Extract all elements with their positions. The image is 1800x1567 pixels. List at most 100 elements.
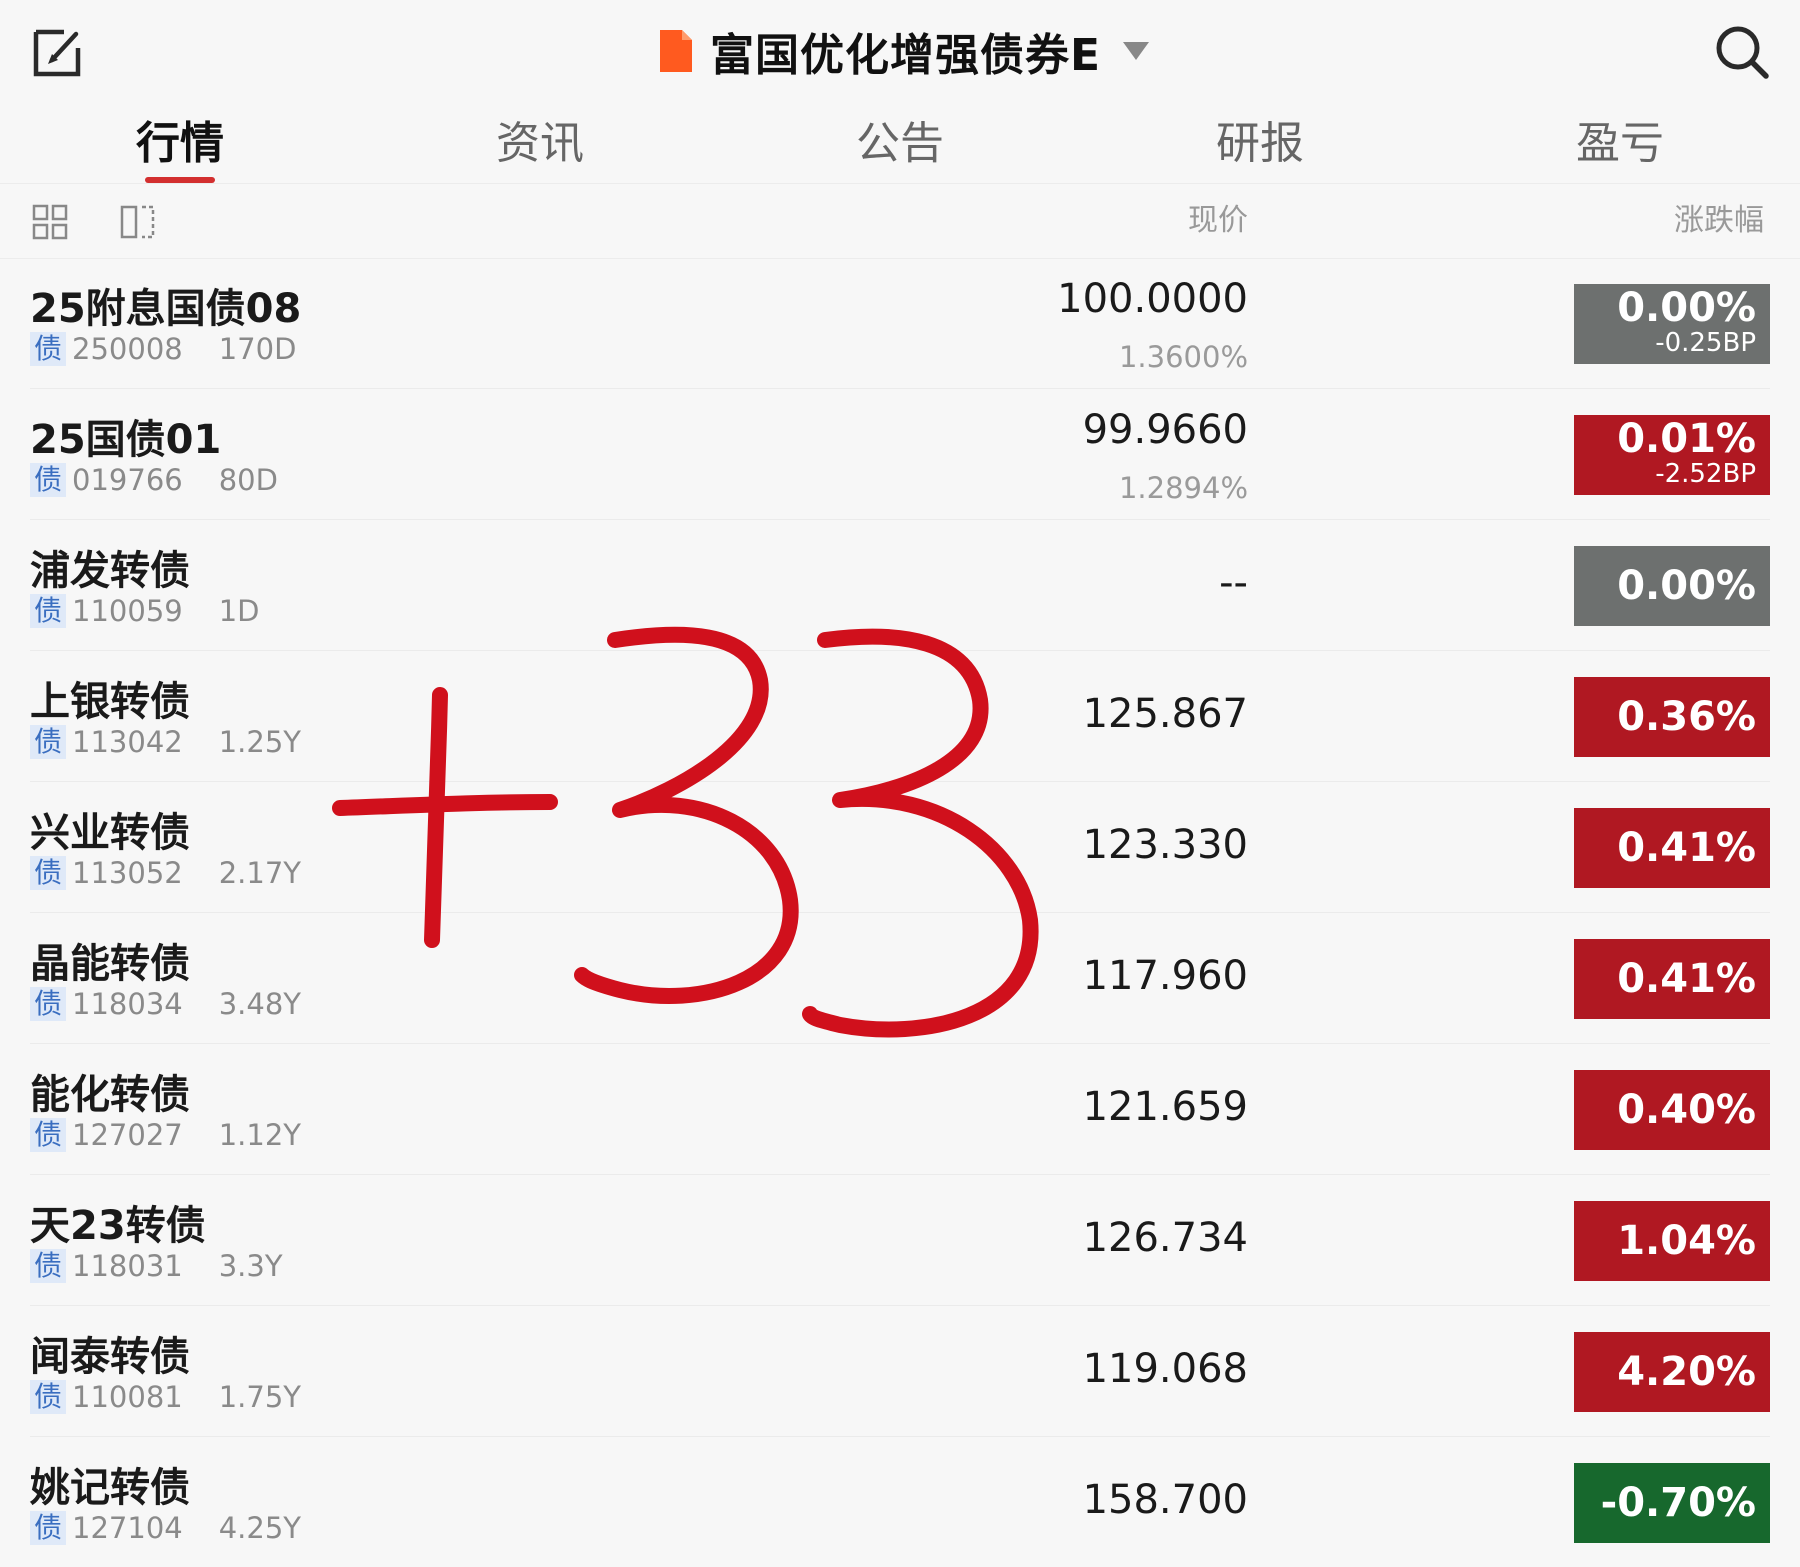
change-percent: 0.00%: [1617, 563, 1756, 609]
bond-code: 019766: [72, 463, 183, 497]
tab-label: 盈亏: [1576, 118, 1664, 169]
column-header: 现价 涨跌幅: [0, 184, 1800, 259]
bond-term: 80D: [218, 463, 278, 497]
grid-view-icon[interactable]: [32, 204, 68, 240]
tab-research[interactable]: 研报: [1080, 105, 1440, 183]
bond-tag: 债: [30, 463, 67, 497]
tab-market[interactable]: 行情: [0, 105, 360, 183]
fund-selector[interactable]: 富国优化增强债券E: [660, 16, 1150, 86]
list-item[interactable]: 25国债01 债 019766 80D 99.9660 1.2894% 0.01…: [30, 389, 1770, 520]
bond-meta: 债 250008 170D: [30, 332, 296, 366]
bond-term: 2.17Y: [218, 856, 302, 890]
current-price: 125.867: [1082, 691, 1248, 737]
bond-meta: 债 019766 80D: [30, 463, 278, 497]
tab-bar: 行情 资讯 公告 研报 盈亏: [0, 105, 1800, 184]
holdings-list: 25附息国债08 债 250008 170D 100.0000 1.3600% …: [0, 258, 1800, 1567]
bond-meta: 债 127104 4.25Y: [30, 1511, 301, 1545]
bond-name: 晶能转债: [30, 941, 190, 987]
bond-name: 25国债01: [30, 417, 222, 463]
current-price: 99.9660: [1082, 407, 1248, 453]
flag-icon: [660, 30, 692, 72]
bond-tag: 债: [30, 987, 67, 1021]
list-item[interactable]: 姚记转债 债 127104 4.25Y 158.700 -0.70%: [30, 1437, 1770, 1567]
bond-term: 170D: [218, 332, 297, 366]
tab-label: 研报: [1216, 118, 1304, 169]
list-item[interactable]: 浦发转债 债 110059 1D -- 0.00%: [30, 520, 1770, 651]
bond-code: 127104: [72, 1511, 183, 1545]
change-percent: 1.04%: [1617, 1218, 1756, 1264]
bond-name: 兴业转债: [30, 810, 190, 856]
bond-meta: 债 113052 2.17Y: [30, 856, 301, 890]
current-price: 158.700: [1082, 1477, 1248, 1523]
change-badge: 0.00% -0.25BP: [1574, 284, 1770, 364]
active-tab-indicator: [145, 177, 215, 183]
tab-news[interactable]: 资讯: [360, 105, 720, 183]
bond-code: 118031: [72, 1249, 183, 1283]
list-item[interactable]: 兴业转债 债 113052 2.17Y 123.330 0.41%: [30, 782, 1770, 913]
bond-term: 3.48Y: [218, 987, 302, 1021]
bond-code: 110081: [72, 1380, 183, 1414]
list-item[interactable]: 上银转债 债 113042 1.25Y 125.867 0.36%: [30, 651, 1770, 782]
change-badge: 0.40%: [1574, 1070, 1770, 1150]
change-badge: 4.20%: [1574, 1332, 1770, 1412]
bond-code: 118034: [72, 987, 183, 1021]
bond-term: 1D: [218, 594, 260, 628]
yield: 1.2894%: [1118, 471, 1248, 505]
bond-name: 闻泰转债: [30, 1334, 190, 1380]
list-item[interactable]: 天23转债 债 118031 3.3Y 126.734 1.04%: [30, 1175, 1770, 1306]
list-item[interactable]: 晶能转债 债 118034 3.48Y 117.960 0.41%: [30, 913, 1770, 1044]
chevron-down-icon[interactable]: [1123, 42, 1150, 60]
change-badge: 0.00%: [1574, 546, 1770, 626]
column-settings-icon[interactable]: [120, 204, 156, 240]
bond-meta: 债 127027 1.12Y: [30, 1118, 301, 1152]
list-item[interactable]: 闻泰转债 债 110081 1.75Y 119.068 4.20%: [30, 1306, 1770, 1437]
bond-meta: 债 110059 1D: [30, 594, 260, 628]
change-badge: 0.41%: [1574, 939, 1770, 1019]
bond-tag: 债: [30, 1118, 67, 1152]
bond-meta: 债 118031 3.3Y: [30, 1249, 283, 1283]
top-bar: 富国优化增强债券E: [0, 0, 1800, 105]
tab-label: 公告: [856, 118, 944, 169]
list-item[interactable]: 能化转债 债 127027 1.12Y 121.659 0.40%: [30, 1044, 1770, 1175]
bond-term: 1.75Y: [218, 1380, 302, 1414]
bond-code: 113052: [72, 856, 183, 890]
change-percent: 0.01%: [1617, 416, 1756, 462]
tab-label: 资讯: [496, 118, 584, 169]
current-price: 119.068: [1082, 1346, 1248, 1392]
edit-icon[interactable]: [30, 24, 86, 80]
bond-meta: 债 110081 1.75Y: [30, 1380, 301, 1414]
bond-tag: 债: [30, 725, 67, 759]
search-icon[interactable]: [1714, 24, 1770, 80]
change-percent: 0.41%: [1617, 825, 1756, 871]
change-percent: -0.70%: [1600, 1480, 1756, 1526]
change-column-header[interactable]: 涨跌幅: [1674, 184, 1764, 258]
bond-tag: 债: [30, 1380, 67, 1414]
bond-code: 127027: [72, 1118, 183, 1152]
bond-term: 4.25Y: [218, 1511, 302, 1545]
bond-name: 天23转债: [30, 1203, 206, 1249]
bond-term: 1.12Y: [218, 1118, 302, 1152]
bond-tag: 债: [30, 1249, 67, 1283]
current-price: 117.960: [1082, 953, 1248, 999]
bond-term: 1.25Y: [218, 725, 302, 759]
bond-meta: 债 118034 3.48Y: [30, 987, 301, 1021]
current-price: 126.734: [1082, 1215, 1248, 1261]
change-bp: -2.52BP: [1655, 459, 1756, 489]
change-percent: 0.36%: [1617, 694, 1756, 740]
current-price: 100.0000: [1057, 276, 1248, 322]
bond-tag: 债: [30, 1511, 67, 1545]
bond-code: 113042: [72, 725, 183, 759]
bond-name: 浦发转债: [30, 548, 190, 594]
bond-code: 250008: [72, 332, 183, 366]
current-price: 123.330: [1082, 822, 1248, 868]
current-price: --: [1219, 560, 1248, 606]
tab-announcements[interactable]: 公告: [720, 105, 1080, 183]
change-badge: 1.04%: [1574, 1201, 1770, 1281]
bond-name: 25附息国债08: [30, 286, 302, 332]
price-column-header[interactable]: 现价: [1188, 184, 1248, 258]
bond-tag: 债: [30, 332, 67, 366]
change-percent: 4.20%: [1617, 1349, 1756, 1395]
change-percent: 0.41%: [1617, 956, 1756, 1002]
tab-profit-loss[interactable]: 盈亏: [1440, 105, 1800, 183]
list-item[interactable]: 25附息国债08 债 250008 170D 100.0000 1.3600% …: [30, 258, 1770, 389]
